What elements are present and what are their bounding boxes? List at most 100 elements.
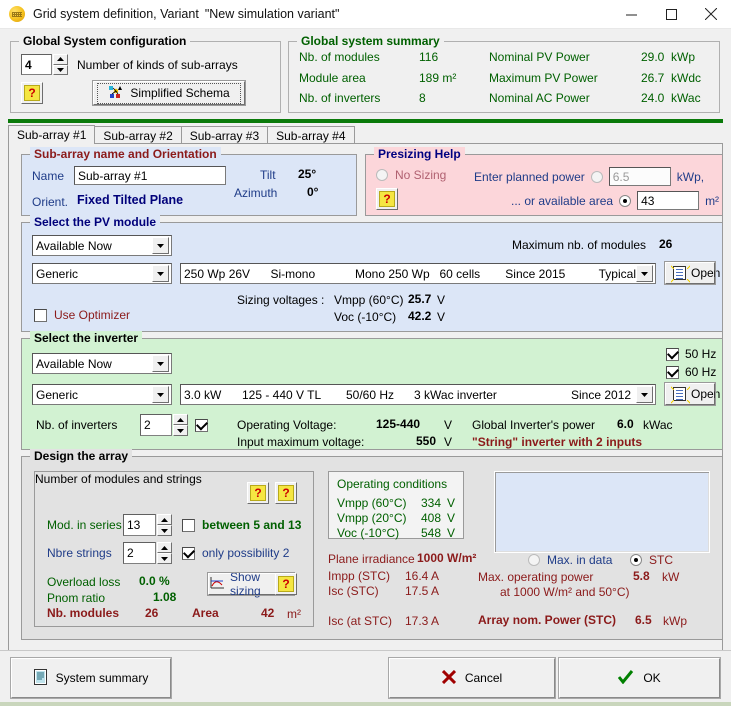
minimize-icon[interactable] — [611, 0, 651, 29]
nb-inverters-spinner[interactable] — [173, 414, 188, 436]
available-area-radio[interactable] — [619, 194, 632, 207]
pv-module-open-button[interactable]: Open — [664, 261, 720, 285]
available-area-input[interactable] — [637, 191, 700, 210]
grid-system-definition-window: Grid system definition, Variant "New sim… — [0, 0, 731, 706]
global-inverter-power-label: Global Inverter's power — [472, 418, 596, 432]
tab-subarray-2[interactable]: Sub-array #2 — [94, 126, 182, 144]
inverter-manufacturer-value: Generic — [36, 387, 79, 402]
inverter-manufacturer-combo[interactable]: Generic — [32, 384, 172, 405]
inverter-model-combo[interactable]: 3.0 kW 125 - 440 V TL 50/60 Hz 3 kWac in… — [180, 384, 656, 405]
nb-inverters-auto-checkbox[interactable] — [195, 418, 208, 432]
dialog-footer: System summary Cancel OK — [0, 650, 731, 706]
spinner-down-button[interactable] — [157, 553, 172, 564]
summary-label-nb-modules: Nb. of modules — [299, 50, 380, 64]
spinner-down-button[interactable] — [157, 525, 172, 536]
spinner-down-button[interactable] — [173, 425, 188, 436]
modules-strings-legend: Number of modules and strings — [35, 472, 313, 486]
maximize-icon[interactable] — [651, 0, 691, 29]
nb-kinds-subarrays-input[interactable] — [21, 54, 52, 75]
array-nom-power-unit: kWp — [663, 614, 687, 628]
vertical-scrollbar[interactable] — [723, 143, 729, 673]
spinner-up-button[interactable] — [173, 414, 188, 425]
presizing-help-button[interactable]: ? — [376, 188, 398, 210]
only-possibility-checkbox[interactable] — [182, 546, 195, 560]
summary-value-module-area: 189 m² — [419, 70, 457, 85]
stc-radio[interactable] — [630, 554, 642, 566]
simplified-schema-button[interactable]: Simplified Schema — [92, 80, 246, 106]
nb-inverters-input[interactable] — [140, 414, 172, 436]
pv-model-desc: Mono 250 Wp — [354, 266, 430, 281]
hz60-label: 60 Hz — [685, 365, 717, 379]
nb-kinds-spinner[interactable] — [53, 54, 68, 75]
subarray-name-input[interactable] — [74, 166, 226, 185]
cancel-button[interactable]: Cancel — [388, 657, 556, 699]
operating-voltage-value: 125-440 — [376, 417, 421, 431]
global-config-help-button[interactable]: ? — [21, 82, 43, 104]
spinner-down-button[interactable] — [53, 64, 68, 75]
pv-model-combo[interactable]: 250 Wp 26V Si-mono Mono 250 Wp 60 cells … — [180, 263, 656, 284]
global-inverter-power-unit: kWac — [643, 418, 673, 432]
nbre-strings-input[interactable] — [123, 542, 156, 564]
nbre-strings-spinner[interactable] — [157, 542, 172, 564]
hz50-checkbox[interactable] — [666, 347, 679, 361]
system-summary-label: System summary — [55, 671, 149, 685]
between-5-and-13-label: between 5 and 13 — [202, 518, 302, 532]
mod-in-series-spinner[interactable] — [157, 514, 172, 536]
modules-strings-help-button-2[interactable]: ? — [275, 482, 297, 504]
azimuth-value: 0° — [307, 185, 319, 199]
planned-power-radio[interactable] — [590, 170, 603, 183]
hz60-checkbox[interactable] — [666, 365, 679, 379]
spinner-up-button[interactable] — [157, 514, 172, 525]
area-value: 42 — [261, 606, 275, 620]
no-sizing-radio[interactable] — [376, 169, 388, 181]
input-max-voltage-value: 550 — [416, 434, 437, 448]
inverter-open-button[interactable]: Open — [664, 382, 720, 406]
mod-in-series-input[interactable] — [123, 514, 156, 536]
inverter-model-freq: 50/60 Hz — [346, 387, 395, 402]
number-of-modules-strings-group: Number of modules and strings ? ? Mod. i… — [34, 471, 314, 627]
chevron-down-icon — [152, 355, 169, 372]
hz50-label: 50 Hz — [685, 347, 717, 361]
subarray-orientation-legend: Sub-array name and Orientation — [30, 147, 221, 161]
chevron-down-icon — [636, 265, 653, 282]
pv-availability-combo[interactable]: Available Now — [32, 235, 172, 256]
planned-power-unit: kWp, — [676, 169, 705, 184]
modules-strings-help-button-3[interactable]: ? — [275, 573, 297, 595]
tab-subarray-1[interactable]: Sub-array #1 — [8, 125, 96, 144]
question-mark-icon: ? — [278, 485, 294, 501]
azimuth-label: Azimuth — [234, 186, 278, 200]
cancel-label: Cancel — [464, 671, 503, 685]
pv-manufacturer-combo[interactable]: Generic — [32, 263, 172, 284]
modules-strings-help-button-1[interactable]: ? — [247, 482, 269, 504]
pvsyst-app-icon — [9, 6, 25, 22]
use-optimizer-checkbox[interactable] — [34, 308, 47, 322]
global-summary-legend: Global system summary — [297, 34, 444, 48]
system-summary-button[interactable]: System summary — [10, 657, 172, 699]
pv-module-open-label: Open — [691, 266, 721, 280]
subarray-name-label: Name — [32, 169, 65, 183]
nb-modules-value: 26 — [145, 606, 159, 620]
area-unit: m² — [287, 607, 301, 621]
ok-button[interactable]: OK — [558, 657, 721, 699]
tab-subarray-3[interactable]: Sub-array #3 — [180, 126, 269, 144]
inverter-availability-combo[interactable]: Available Now — [32, 353, 172, 374]
overload-loss-value: 0.0 % — [139, 574, 170, 588]
tilt-value: 25° — [298, 167, 317, 181]
tab-subarray-4[interactable]: Sub-array #4 — [267, 126, 355, 144]
planned-power-input[interactable] — [608, 167, 671, 186]
only-possibility-label: only possibility 2 — [202, 546, 290, 560]
between-5-and-13-checkbox[interactable] — [182, 518, 195, 532]
chevron-down-icon — [152, 237, 169, 254]
window-variant-name: "New simulation variant" — [204, 7, 340, 21]
inverter-legend: Select the inverter — [30, 331, 143, 345]
spinner-up-button[interactable] — [53, 54, 68, 65]
max-nb-modules-value: 26 — [659, 237, 673, 251]
available-area-unit: m² — [705, 193, 720, 208]
nbre-strings-label: Nbre strings — [47, 546, 112, 560]
max-operating-power-label: Max. operating power — [478, 570, 594, 584]
spinner-up-button[interactable] — [157, 542, 172, 553]
close-icon[interactable] — [691, 0, 731, 29]
array-nom-power-label: Array nom. Power (STC) — [478, 613, 617, 627]
max-in-data-radio[interactable] — [528, 554, 540, 566]
presizing-help-group: Presizing Help No Sizing ? Enter planned… — [365, 147, 723, 216]
